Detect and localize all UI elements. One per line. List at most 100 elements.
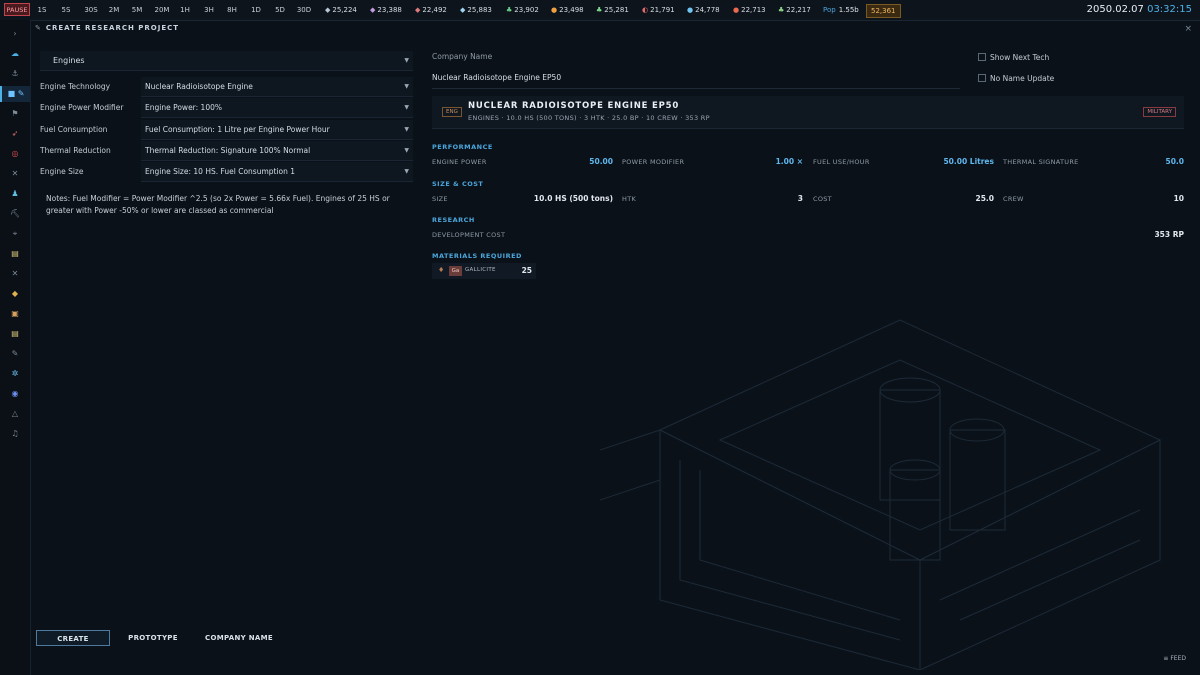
company-name-input[interactable]: Nuclear Radioisotope Engine EP50 — [432, 68, 960, 89]
materials-heading: MATERIALS REQUIRED — [432, 252, 522, 260]
resource-value: 23,388 — [377, 6, 402, 14]
cross-icon[interactable]: ✕ — [0, 266, 30, 282]
fleet-icon[interactable]: ☁ — [0, 46, 30, 62]
speed-20m-button[interactable]: 20M — [152, 0, 172, 20]
fuel-use-value: 50.00 Litres — [943, 157, 994, 166]
leaf-icon: ♣ — [506, 6, 513, 14]
speed-2m-button[interactable]: 2M — [106, 0, 122, 20]
show-next-tech-checkbox[interactable]: Show Next Tech — [978, 52, 1049, 64]
component-summary-card: ENG NUCLEAR RADIOISOTOPE ENGINE EP50 ENG… — [432, 96, 1184, 129]
top-bar: PAUSE 1S 5S 30S 2M 5M 20M 1H 3H 8H 1D 5D… — [0, 0, 1200, 21]
engine-size-value: Engine Size: 10 HS. Fuel Consumption 1 — [145, 167, 296, 176]
game-clock: 2050.02.07 03:32:15 — [1087, 0, 1192, 20]
prototype-button[interactable]: PROTOTYPE — [122, 630, 184, 646]
anchor-icon[interactable]: ⚓ — [0, 66, 30, 82]
resource-value: 22,217 — [786, 6, 811, 14]
crew-value: 10 — [1173, 194, 1184, 203]
cost-label: COST — [813, 195, 832, 203]
research-heading: RESEARCH — [432, 216, 475, 224]
speed-30s-button[interactable]: 30S — [82, 0, 100, 20]
resource-uridium: ● 24,778 — [687, 0, 720, 20]
speed-8h-button[interactable]: 8H — [225, 0, 239, 20]
swords-icon[interactable]: ✕ — [0, 166, 30, 182]
research-icon[interactable]: ■ ✎ — [0, 86, 30, 102]
close-icon[interactable]: × — [1184, 24, 1192, 34]
game-time: 03:32:15 — [1147, 4, 1192, 15]
speed-1h-button[interactable]: 1H — [178, 0, 192, 20]
thermal-reduction-select[interactable]: Thermal Reduction: Signature 100% Normal… — [141, 141, 413, 161]
fire-icon: ● — [551, 6, 558, 14]
clipboard-icon[interactable]: ▤ — [0, 246, 30, 262]
resource-value: 25,883 — [467, 6, 492, 14]
wrench-icon: ✎ — [35, 24, 42, 32]
performance-heading: PERFORMANCE — [432, 143, 493, 151]
document-icon[interactable]: ▤ — [0, 326, 30, 342]
sprout-icon: ♣ — [596, 6, 603, 14]
speed-1d-button[interactable]: 1D — [248, 0, 264, 20]
size-label: SIZE — [432, 195, 448, 203]
resource-duranium: ◆ 25,224 — [325, 0, 357, 20]
category-value: Engines — [53, 56, 85, 65]
show-next-tech-label: Show Next Tech — [990, 53, 1050, 62]
create-button[interactable]: CREATE — [36, 630, 110, 646]
resource-corundium: ● 22,713 — [733, 0, 766, 20]
menu-icon[interactable]: › — [0, 26, 30, 42]
chevron-down-icon: ▼ — [404, 57, 409, 64]
engine-power-modifier-select[interactable]: Engine Power: 100% ▼ — [141, 98, 413, 118]
notes-text: Notes: Fuel Modifier = Power Modifier ^2… — [46, 194, 390, 215]
people-icon[interactable]: ♟ — [0, 186, 30, 202]
resource-value: 25,281 — [604, 6, 629, 14]
component-name: NUCLEAR RADIOISOTOPE ENGINE EP50 — [468, 101, 680, 111]
wealth-badge: 52,361 — [866, 4, 901, 18]
galaxy-icon[interactable]: ◉ — [0, 386, 30, 402]
music-icon[interactable]: ♫ — [0, 426, 30, 442]
speed-5m-button[interactable]: 5M — [129, 0, 145, 20]
gear-icon[interactable]: ✲ — [0, 366, 30, 382]
company-name-button[interactable]: COMPANY NAME — [200, 630, 278, 646]
plant-icon: ♣ — [778, 6, 785, 14]
resource-value: 25,224 — [332, 6, 357, 14]
thermal-signature-value: 50.0 — [1165, 157, 1184, 166]
engine-size-select[interactable]: Engine Size: 10 HS. Fuel Consumption 1 ▼ — [141, 162, 413, 182]
engine-power-label: ENGINE POWER — [432, 158, 487, 166]
flag-icon[interactable]: ⚑ — [0, 106, 30, 122]
material-symbol: Ga — [449, 266, 462, 276]
game-date: 2050.02.07 — [1086, 4, 1144, 15]
speed-30d-button[interactable]: 30D — [295, 0, 313, 20]
wrench-icon[interactable]: ✎ — [0, 346, 30, 362]
resource-value: 21,791 — [650, 6, 675, 14]
company-name-label: Company Name — [432, 52, 493, 61]
target-icon[interactable]: ◎ — [0, 146, 30, 162]
speed-1s-button[interactable]: 1S — [34, 0, 50, 20]
resource-value: 23,498 — [559, 6, 584, 14]
resource-boronide: ♣ 23,902 — [506, 0, 539, 20]
rocket-icon[interactable]: ➶ — [0, 126, 30, 142]
telescope-icon[interactable]: ⌖ — [0, 226, 30, 242]
box-icon[interactable]: ▣ — [0, 306, 30, 322]
thermal-signature-label: THERMAL SIGNATURE — [1003, 158, 1079, 166]
population: Pop 1.55b — [823, 0, 859, 20]
power-modifier-value: 1.00 × — [775, 157, 803, 166]
speed-3h-button[interactable]: 3H — [202, 0, 216, 20]
population-label: Pop — [823, 6, 836, 14]
engine-technology-select[interactable]: Nuclear Radioisotope Engine ▼ — [141, 77, 413, 97]
resource-value: 24,778 — [695, 6, 720, 14]
checkbox-box[interactable] — [978, 53, 986, 61]
fuel-consumption-value: Fuel Consumption: 1 Litre per Engine Pow… — [145, 125, 330, 134]
pickaxe-icon[interactable]: ⛏ — [0, 206, 30, 222]
no-name-update-checkbox[interactable]: No Name Update — [978, 73, 1054, 85]
checkbox-box[interactable] — [978, 74, 986, 82]
thermal-reduction-value: Thermal Reduction: Signature 100% Normal — [145, 146, 311, 155]
material-amount: 25 — [521, 266, 532, 275]
pause-button[interactable]: PAUSE — [4, 3, 30, 16]
speed-5d-button[interactable]: 5D — [272, 0, 288, 20]
resource-value: 23,902 — [514, 6, 539, 14]
tag-icon[interactable]: ◆ — [0, 286, 30, 302]
speed-5s-button[interactable]: 5S — [58, 0, 74, 20]
engine-power-modifier-label: Engine Power Modifier — [40, 103, 124, 112]
category-select[interactable]: Engines ▼ — [40, 51, 413, 71]
warning-icon[interactable]: △ — [0, 406, 30, 422]
military-badge: MILITARY — [1143, 107, 1176, 117]
fuel-consumption-select[interactable]: Fuel Consumption: 1 Litre per Engine Pow… — [141, 120, 413, 140]
resource-gallicite: ♣ 22,217 — [778, 0, 811, 20]
